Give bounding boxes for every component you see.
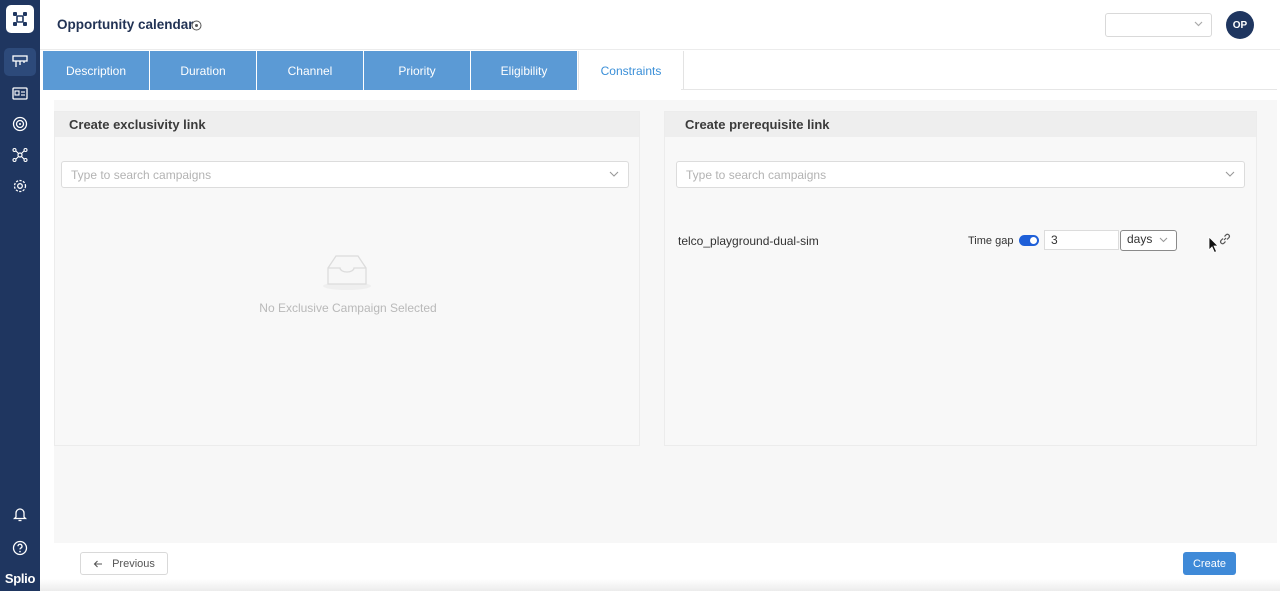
notifications-bell-icon[interactable]	[4, 500, 36, 528]
settings-gear-icon[interactable]	[4, 172, 36, 200]
user-avatar[interactable]: OP	[1226, 11, 1254, 39]
time-gap-unit-value: days	[1127, 232, 1153, 246]
footer-shadow	[40, 579, 1280, 591]
tab-channel[interactable]: Channel	[257, 51, 363, 90]
time-gap-label: Time gap	[968, 235, 1014, 247]
tab-duration[interactable]: Duration	[150, 51, 256, 90]
create-button[interactable]: Create	[1183, 552, 1236, 575]
time-gap-input[interactable]: 3	[1044, 230, 1119, 250]
exclusivity-search-select[interactable]: Type to search campaigns	[61, 161, 629, 188]
brand-logo: Splio	[4, 571, 36, 586]
footer-bar: Previous Create	[40, 543, 1280, 591]
exclusivity-panel-title: Create exclusivity link	[55, 112, 639, 137]
exclusivity-panel: Create exclusivity link Type to search c…	[54, 111, 640, 446]
tab-constraints[interactable]: Constraints	[578, 51, 684, 90]
top-header: Opportunity calendar OP	[40, 0, 1280, 50]
target-icon[interactable]	[4, 110, 36, 138]
chevron-down-icon	[1194, 21, 1203, 27]
exclusivity-search-placeholder: Type to search campaigns	[71, 168, 212, 182]
chevron-down-icon	[609, 171, 619, 177]
tab-divider	[681, 89, 1277, 90]
empty-inbox-icon	[323, 255, 371, 290]
time-gap-toggle[interactable]	[1019, 235, 1039, 246]
tab-description[interactable]: Description	[43, 51, 149, 90]
tab-priority[interactable]: Priority	[364, 51, 470, 90]
linked-campaign-name: telco_playground-dual-sim	[678, 234, 819, 248]
arrow-left-icon	[93, 560, 103, 567]
help-circle-icon[interactable]	[4, 534, 36, 562]
chevron-down-icon	[1225, 171, 1235, 177]
previous-button[interactable]: Previous	[80, 552, 168, 575]
header-select-dropdown[interactable]	[1105, 13, 1212, 37]
sidebar: Splio	[0, 0, 40, 591]
prerequisite-panel: Create prerequisite link Type to search …	[664, 111, 1257, 446]
link-chain-icon[interactable]	[1218, 232, 1232, 246]
network-icon[interactable]	[4, 141, 36, 169]
previous-button-label: Previous	[112, 557, 155, 570]
contacts-card-icon[interactable]	[4, 79, 36, 107]
tab-eligibility[interactable]: Eligibility	[471, 51, 577, 90]
campaigns-nav-icon[interactable]	[4, 48, 36, 76]
prerequisite-search-placeholder: Type to search campaigns	[686, 168, 827, 182]
time-gap-unit-select[interactable]: days	[1120, 230, 1177, 251]
chevron-down-icon	[1159, 237, 1168, 243]
app-root: Splio Opportunity calendar OP Descriptio…	[0, 0, 1280, 591]
prerequisite-panel-title: Create prerequisite link	[665, 112, 1256, 137]
page-title: Opportunity calendar	[57, 17, 194, 32]
app-logo-icon[interactable]	[6, 5, 34, 33]
title-help-icon[interactable]	[191, 20, 202, 31]
empty-state-text: No Exclusive Campaign Selected	[259, 301, 437, 315]
wizard-tabs: Description Duration Channel Priority El…	[43, 51, 685, 90]
prerequisite-search-select[interactable]: Type to search campaigns	[676, 161, 1245, 188]
